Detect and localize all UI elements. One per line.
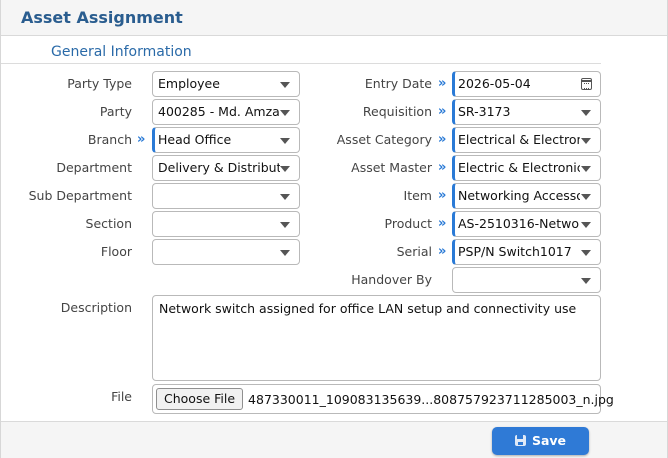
item-label: Item (403, 188, 432, 203)
description-label: Description (60, 300, 132, 315)
serial-select[interactable]: PSP/N Switch1017 (452, 239, 601, 265)
asset-category-select[interactable]: Electrical & Electronics (452, 127, 601, 153)
chevron-down-icon (581, 278, 591, 284)
floor-select[interactable] (152, 239, 300, 265)
asset-master-label: Asset Master (351, 160, 432, 175)
calendar-icon[interactable] (581, 78, 592, 90)
handover-by-label: Handover By (351, 272, 432, 287)
required-marker-icon: » (438, 160, 447, 175)
file-input: Choose File 487330011_109083135639...8087… (152, 384, 614, 414)
required-marker-icon: » (438, 132, 447, 147)
title-bar: Asset Assignment (1, 0, 667, 36)
save-button[interactable]: Save (492, 427, 589, 455)
chevron-down-icon (581, 222, 591, 228)
floppy-disk-icon (514, 435, 526, 446)
section-header: General Information (1, 42, 601, 64)
sub-department-label: Sub Department (28, 188, 132, 203)
party-type-label: Party Type (67, 76, 132, 91)
floor-label: Floor (100, 244, 132, 259)
chevron-down-icon (280, 250, 290, 256)
chevron-down-icon (581, 250, 591, 256)
serial-label: Serial (396, 244, 432, 259)
description-textarea[interactable]: Network switch assigned for office LAN s… (152, 295, 601, 381)
chevron-down-icon (581, 138, 591, 144)
department-label: Department (56, 160, 132, 175)
section-label: Section (85, 216, 132, 231)
required-marker-icon: » (438, 216, 447, 231)
branch-label: Branch (87, 132, 132, 147)
entry-date-input[interactable]: 2026-05-04 (452, 71, 601, 97)
required-marker-icon: » (438, 104, 447, 119)
handover-by-select[interactable] (452, 267, 601, 293)
file-label: File (111, 389, 132, 404)
requisition-label: Requisition (362, 104, 432, 119)
entry-date-label: Entry Date (364, 76, 432, 91)
item-select[interactable]: Networking Accessories (452, 183, 601, 209)
asset-master-select[interactable]: Electric & Electronics (452, 155, 601, 181)
choose-file-button[interactable]: Choose File (156, 388, 244, 410)
chevron-down-icon (581, 194, 591, 200)
chevron-down-icon (280, 82, 290, 88)
chevron-down-icon (581, 166, 591, 172)
party-select[interactable]: 400285 - Md. Amzad (152, 99, 300, 125)
chevron-down-icon (280, 166, 290, 172)
page-title: Asset Assignment (21, 8, 183, 27)
chevron-down-icon (280, 222, 290, 228)
product-select[interactable]: AS-2510316-Network (452, 211, 601, 237)
requisition-select[interactable]: SR-3173 (452, 99, 601, 125)
required-marker-icon: » (438, 76, 447, 91)
required-marker-icon: » (438, 188, 447, 203)
section-title: General Information (51, 44, 192, 60)
section-select[interactable] (152, 211, 300, 237)
asset-category-label: Asset Category (336, 132, 432, 147)
party-label: Party (99, 104, 132, 119)
required-marker-icon: » (438, 244, 447, 259)
save-label: Save (531, 433, 567, 448)
party-type-select[interactable]: Employee (152, 71, 300, 97)
file-name: 487330011_109083135639...808757923711285… (248, 391, 614, 407)
chevron-down-icon (581, 110, 591, 116)
required-marker-icon: » (137, 132, 146, 147)
branch-select[interactable]: Head Office (152, 127, 300, 153)
chevron-down-icon (280, 110, 290, 116)
asset-assignment-window: Asset Assignment General Information Par… (0, 0, 668, 458)
product-label: Product (384, 216, 432, 231)
chevron-down-icon (280, 138, 290, 144)
chevron-down-icon (280, 194, 290, 200)
department-select[interactable]: Delivery & Distribution (152, 155, 300, 181)
sub-department-select[interactable] (152, 183, 300, 209)
